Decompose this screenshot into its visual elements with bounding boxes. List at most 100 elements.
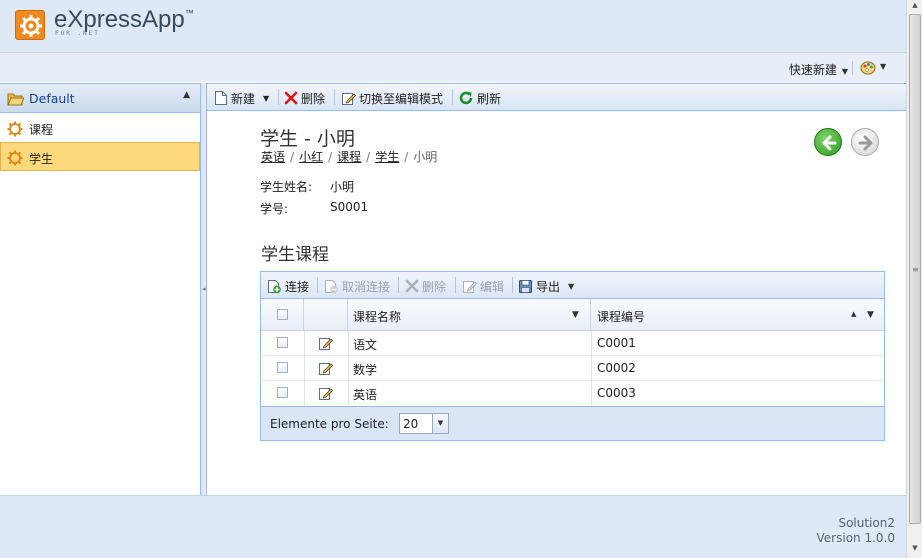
scroll-up-icon[interactable]: ▲ [909, 1, 921, 13]
theme-menu[interactable]: ▼ [852, 59, 890, 77]
nav-group-title: Default [29, 91, 75, 106]
refresh-icon [459, 91, 473, 105]
cell-course-name: 数学 [353, 363, 378, 377]
delete-button[interactable]: 删除 [284, 89, 325, 107]
quick-bar: 快速新建 ▼ ▼ [0, 52, 906, 82]
cell-course-code: C0003 [597, 386, 636, 400]
edit-column-header [304, 299, 348, 331]
divider [852, 61, 853, 75]
table-row[interactable]: 英语 C0003 [261, 381, 884, 406]
vertical-scrollbar[interactable]: ▲ ≡ ▼ [906, 0, 922, 558]
field-value-student-id: S0001 [330, 200, 369, 214]
export-label: 导出 [536, 279, 561, 294]
divider [452, 89, 453, 105]
link-icon [268, 279, 281, 293]
chevron-down-icon: ▼ [880, 62, 887, 71]
row-checkbox[interactable] [277, 387, 288, 398]
edit-row-icon[interactable] [318, 336, 333, 351]
column-header-course-name[interactable]: 课程名称 ▼ [348, 299, 591, 331]
edit-row-icon[interactable] [318, 386, 333, 401]
breadcrumb-separator: / [366, 150, 371, 164]
edit-mode-label: 切换至编辑模式 [359, 91, 444, 106]
select-all-checkbox[interactable] [277, 309, 288, 320]
table-row[interactable]: 数学 C0002 [261, 356, 884, 381]
nav-group-header[interactable]: Default ▲ [0, 84, 200, 113]
chevron-down-icon[interactable]: ▼ [263, 94, 269, 103]
arrow-right-icon [858, 135, 873, 151]
forward-button[interactable] [851, 128, 879, 156]
back-button[interactable] [814, 128, 842, 156]
scrollbar-thumb[interactable]: ≡ [909, 14, 921, 524]
cell-course-code: C0001 [597, 336, 636, 350]
quick-create-menu[interactable]: 快速新建 ▼ [789, 61, 848, 78]
unlink-icon [325, 279, 338, 293]
solution-name: Solution2 [838, 516, 895, 530]
collapse-icon[interactable]: ▲ [183, 90, 190, 100]
divider [334, 89, 335, 105]
grid-edit-button[interactable]: 编辑 [462, 277, 504, 295]
table-row[interactable]: 语文 C0001 [261, 331, 884, 356]
app-logo-subtitle: FOR .NET [55, 30, 100, 37]
breadcrumb-link[interactable]: 英语 [261, 150, 285, 164]
folder-icon [7, 93, 24, 106]
nav-item-label: 学生 [29, 152, 54, 166]
courses-grid: 连接 取消连接 删除 编辑 导出 ▼ 课程名称 ▼ 课程编号 ▲ ▼ 语文 C0… [260, 271, 885, 441]
sort-ascending-icon: ▲ [851, 310, 857, 318]
row-checkbox[interactable] [277, 362, 288, 373]
app-header: eXpressApp™ FOR .NET [0, 0, 906, 52]
chevron-down-icon: ▼ [841, 67, 848, 76]
field-label-student-name: 学生姓名: [260, 180, 313, 194]
section-title: 学生课程 [261, 245, 329, 265]
app-logo-icon [15, 10, 45, 40]
grid-delete-button[interactable]: 删除 [405, 277, 446, 295]
delete-icon [405, 279, 419, 293]
page-size-value: 20 [403, 417, 419, 431]
gear-icon [7, 150, 23, 166]
arrow-left-icon [822, 135, 837, 151]
delete-icon [284, 91, 298, 105]
column-header-label: 课程编号 [597, 310, 646, 324]
select-all-cell [261, 299, 304, 331]
divider [278, 89, 279, 105]
link-button[interactable]: 连接 [267, 277, 309, 295]
filter-icon[interactable]: ▼ [867, 310, 874, 320]
field-label-student-id: 学号: [260, 202, 289, 216]
export-button[interactable]: 导出 ▼ [518, 277, 574, 295]
filter-icon[interactable]: ▼ [572, 310, 579, 320]
unlink-label: 取消连接 [342, 279, 391, 294]
breadcrumb-link[interactable]: 学生 [375, 150, 399, 164]
grid-edit-label: 编辑 [480, 279, 505, 294]
refresh-label: 刷新 [477, 91, 502, 106]
grid-toolbar: 连接 取消连接 删除 编辑 导出 ▼ [261, 272, 884, 299]
link-label: 连接 [285, 279, 310, 294]
breadcrumb-separator: / [404, 150, 409, 164]
chevron-down-icon[interactable]: ▼ [432, 414, 448, 433]
edit-row-icon[interactable] [318, 361, 333, 376]
row-checkbox[interactable] [277, 337, 288, 348]
page-title: 学生 - 小明 [260, 128, 355, 150]
divider [317, 277, 318, 293]
column-divider [304, 331, 305, 406]
scroll-down-icon[interactable]: ▼ [909, 544, 921, 556]
new-label: 新建 [231, 91, 256, 106]
new-button[interactable]: 新建 ▼ [214, 89, 269, 107]
cell-course-name: 英语 [353, 388, 378, 402]
column-header-course-code[interactable]: 课程编号 ▲ ▼ [591, 299, 884, 331]
grid-pager: Elemente pro Seite: 20 ▼ [261, 406, 884, 440]
edit-mode-button[interactable]: 切换至编辑模式 [341, 89, 443, 107]
divider [455, 277, 456, 293]
refresh-button[interactable]: 刷新 [458, 89, 501, 107]
main-toolbar: 新建 ▼ 删除 切换至编辑模式 刷新 [207, 84, 906, 111]
page-size-label: Elemente pro Seite: [270, 417, 389, 431]
edit-icon [463, 280, 477, 293]
chevron-down-icon[interactable]: ▼ [568, 282, 574, 291]
unlink-button[interactable]: 取消连接 [324, 277, 390, 295]
nav-item-students[interactable]: 学生 [0, 142, 200, 171]
column-divider [348, 331, 349, 406]
breadcrumb-link[interactable]: 课程 [337, 150, 361, 164]
new-document-icon [215, 91, 227, 105]
page-size-select[interactable]: 20 ▼ [399, 413, 449, 434]
grip-icon: ≡ [912, 265, 919, 274]
breadcrumb-link[interactable]: 小红 [299, 150, 323, 164]
nav-item-courses[interactable]: 课程 [0, 113, 200, 142]
